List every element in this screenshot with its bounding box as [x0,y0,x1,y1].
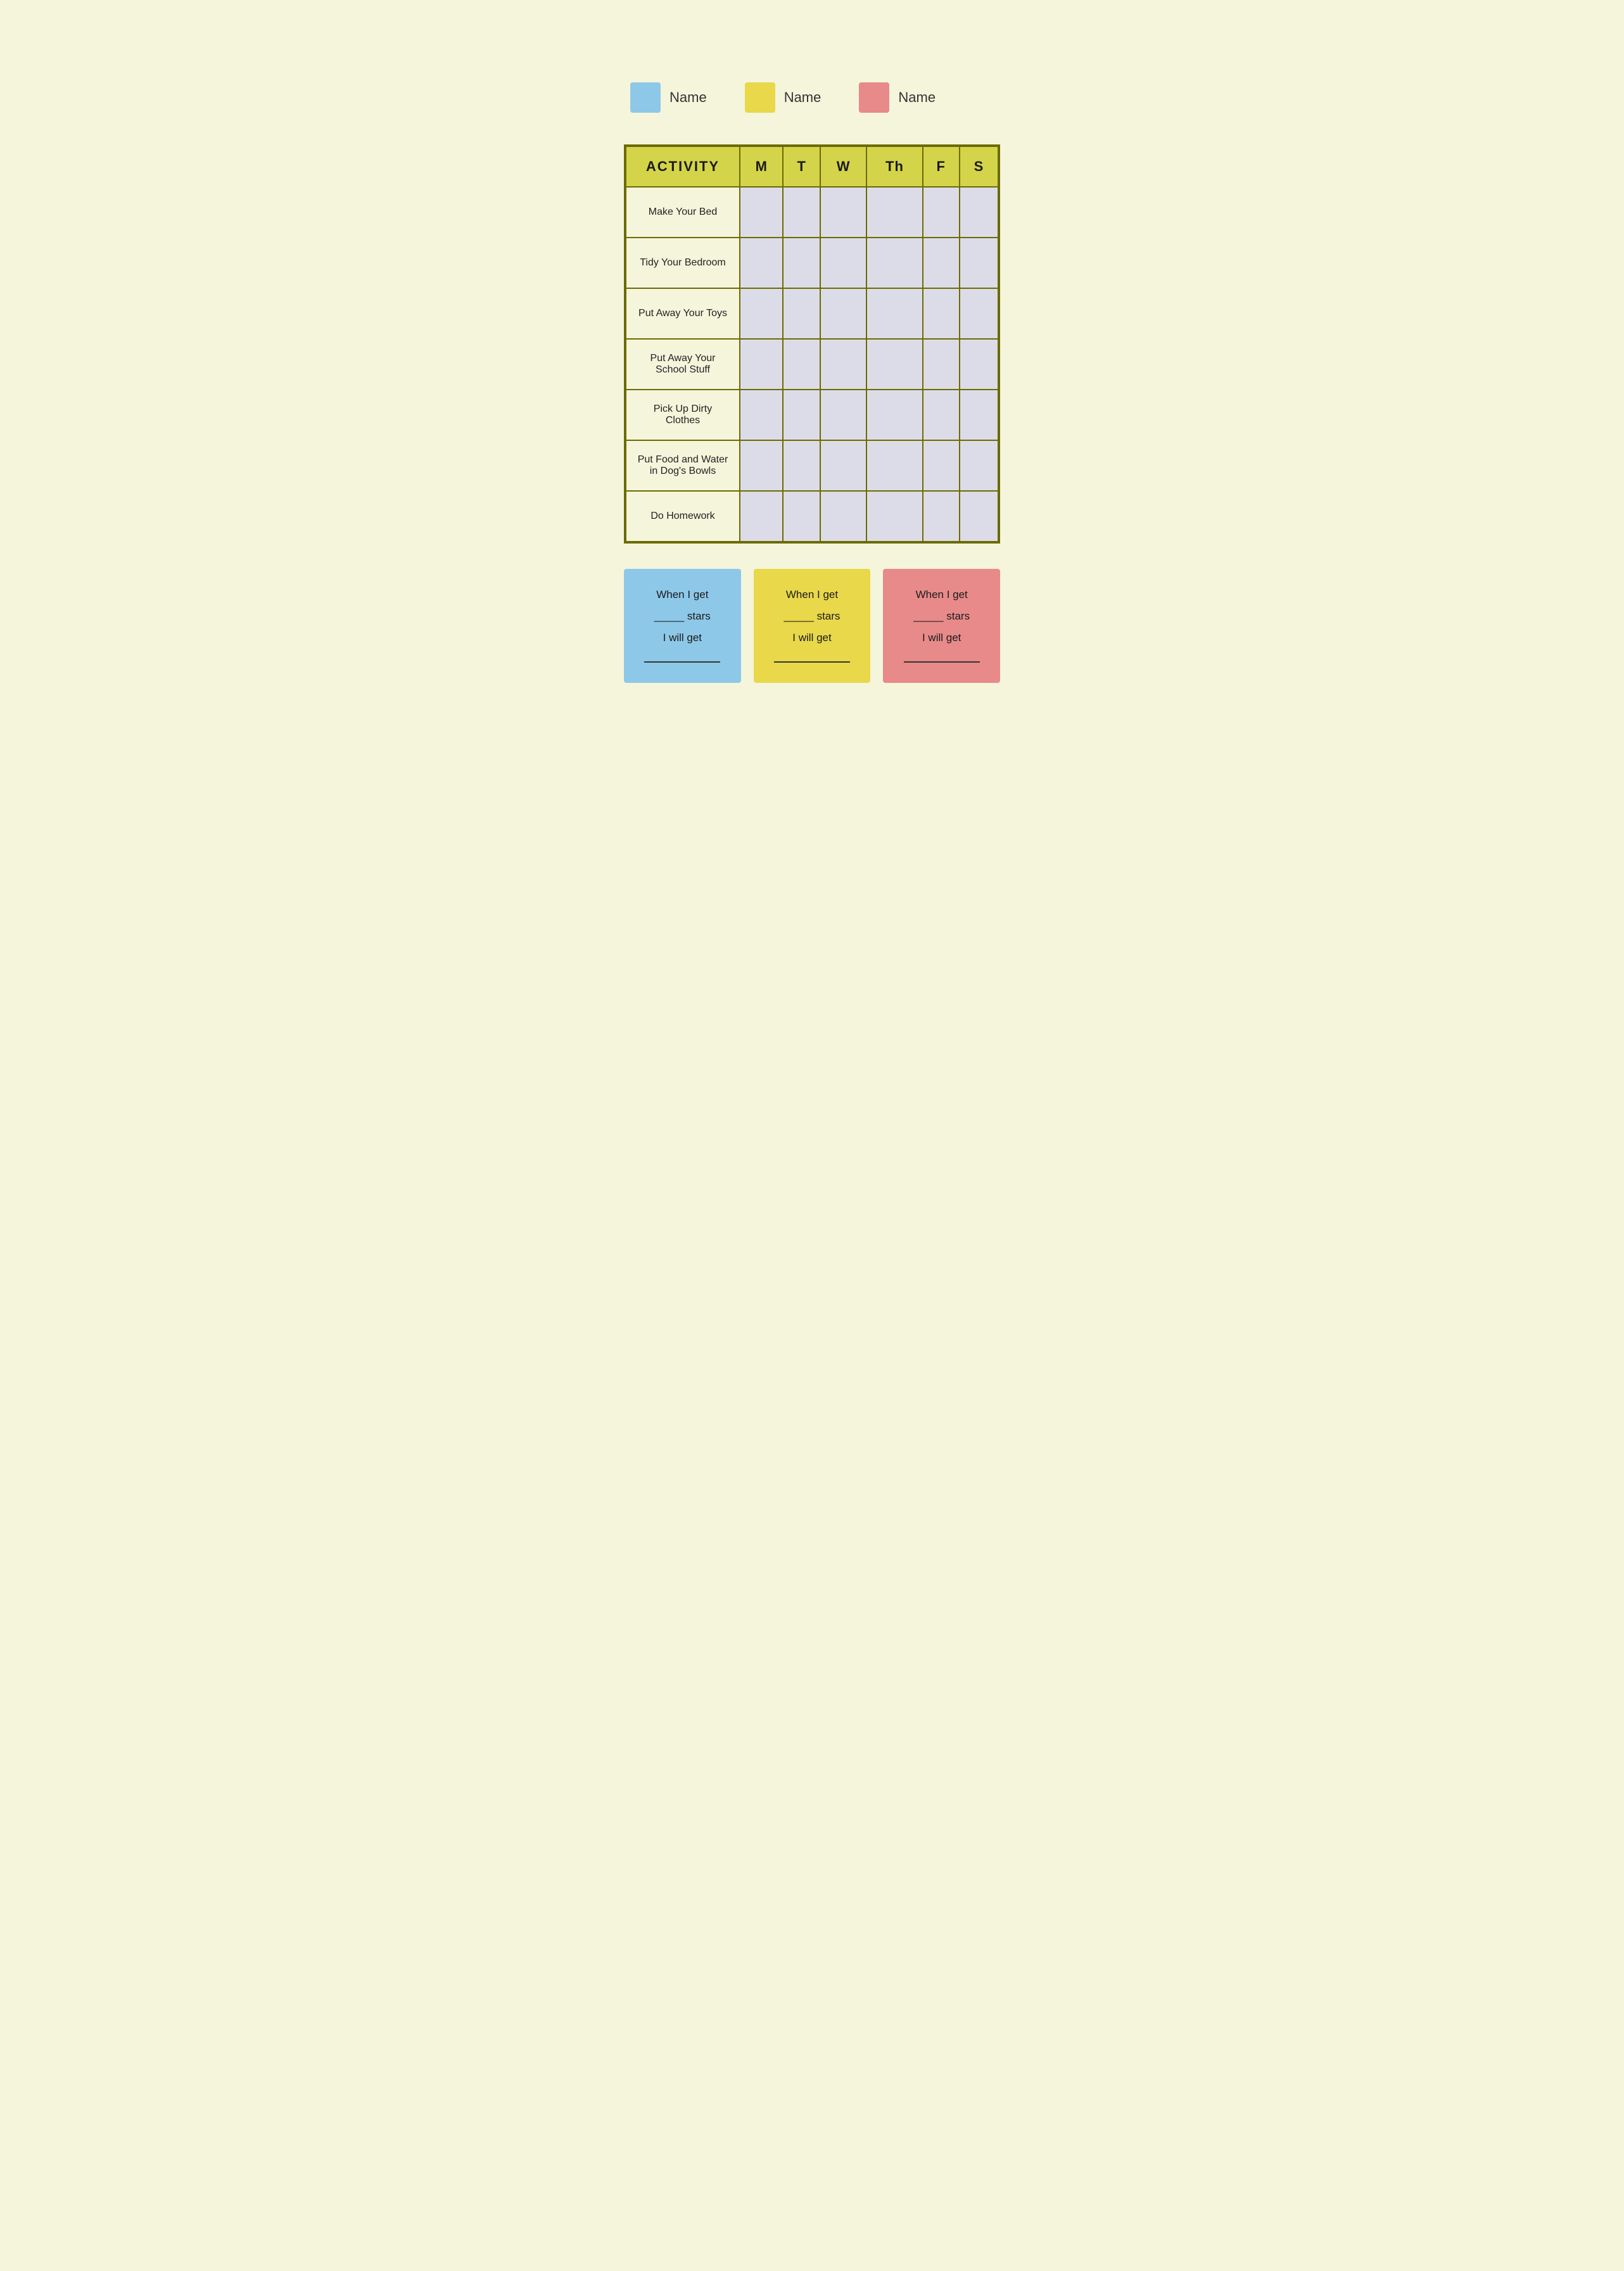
day-cell[interactable] [740,238,783,288]
day-cell[interactable] [783,390,820,440]
reward-line4-2[interactable] [904,661,980,663]
legend-item-pink: Name [859,82,936,113]
day-cell[interactable] [783,491,820,542]
legend-item-blue: Name [630,82,707,113]
day-cell[interactable] [740,390,783,440]
day-cell[interactable] [866,339,922,390]
table-row: Put Away Your Toys [626,288,998,339]
reward-line1-0: When I get [656,588,708,601]
day-cell[interactable] [960,238,998,288]
day-cell[interactable] [960,440,998,491]
day-cell[interactable] [923,440,960,491]
reward-line4-1[interactable] [774,661,850,663]
reward-line2-1: _____ stars [784,610,841,622]
col-header-f: F [923,146,960,187]
col-header-activity: ACTIVITY [626,146,740,187]
reward-card-2: When I get _____ stars I will get [883,569,1000,683]
day-cell[interactable] [820,187,866,238]
day-cell[interactable] [866,288,922,339]
legend: Name Name Name [624,82,1000,113]
day-cell[interactable] [740,339,783,390]
day-cell[interactable] [960,187,998,238]
day-cell[interactable] [820,390,866,440]
day-cell[interactable] [866,440,922,491]
day-cell[interactable] [783,288,820,339]
reward-line2-0: _____ stars [654,610,711,622]
day-cell[interactable] [783,440,820,491]
col-header-s: S [960,146,998,187]
activity-cell-6: Do Homework [626,491,740,542]
day-cell[interactable] [740,440,783,491]
legend-color-blue [630,82,661,113]
day-cell[interactable] [960,339,998,390]
day-cell[interactable] [783,187,820,238]
day-cell[interactable] [866,187,922,238]
day-cell[interactable] [820,339,866,390]
activity-table: ACTIVITY MTWThFS Make Your BedTidy Your … [625,146,999,542]
day-cell[interactable] [960,288,998,339]
day-cell[interactable] [820,491,866,542]
day-cell[interactable] [866,491,922,542]
legend-color-yellow [745,82,775,113]
reward-line3-1: I will get [792,632,831,644]
activity-table-wrapper: ACTIVITY MTWThFS Make Your BedTidy Your … [624,144,1000,544]
reward-card-1: When I get _____ stars I will get [754,569,871,683]
day-cell[interactable] [866,238,922,288]
day-cell[interactable] [820,440,866,491]
col-header-w: W [820,146,866,187]
day-cell[interactable] [740,187,783,238]
day-cell[interactable] [740,491,783,542]
table-row: Tidy Your Bedroom [626,238,998,288]
reward-section: When I get _____ stars I will get When I… [624,569,1000,683]
table-body: Make Your BedTidy Your BedroomPut Away Y… [626,187,998,542]
reward-line2-2: _____ stars [913,610,970,622]
legend-item-yellow: Name [745,82,822,113]
day-cell[interactable] [740,288,783,339]
day-cell[interactable] [923,288,960,339]
activity-cell-5: Put Food and Water in Dog's Bowls [626,440,740,491]
reward-line3-0: I will get [663,632,702,644]
day-cell[interactable] [866,390,922,440]
table-header-row: ACTIVITY MTWThFS [626,146,998,187]
day-cell[interactable] [783,339,820,390]
legend-color-pink [859,82,889,113]
activity-cell-3: Put Away Your School Stuff [626,339,740,390]
day-cell[interactable] [923,339,960,390]
day-cell[interactable] [923,390,960,440]
legend-label-blue[interactable]: Name [669,89,707,106]
table-row: Do Homework [626,491,998,542]
day-cell[interactable] [923,187,960,238]
table-row: Pick Up Dirty Clothes [626,390,998,440]
day-cell[interactable] [820,238,866,288]
reward-line1-2: When I get [916,588,968,601]
day-cell[interactable] [783,238,820,288]
reward-card-0: When I get _____ stars I will get [624,569,741,683]
legend-label-yellow[interactable]: Name [784,89,822,106]
day-cell[interactable] [923,491,960,542]
table-row: Put Food and Water in Dog's Bowls [626,440,998,491]
reward-line4-0[interactable] [644,661,720,663]
activity-cell-1: Tidy Your Bedroom [626,238,740,288]
day-cell[interactable] [960,491,998,542]
col-header-t: T [783,146,820,187]
col-header-th: Th [866,146,922,187]
legend-label-pink[interactable]: Name [898,89,936,106]
day-cell[interactable] [923,238,960,288]
page: Name Name Name ACTIVITY MTWThFS Make Your … [586,13,1038,721]
activity-cell-4: Pick Up Dirty Clothes [626,390,740,440]
reward-line3-2: I will get [922,632,961,644]
day-cell[interactable] [820,288,866,339]
activity-cell-0: Make Your Bed [626,187,740,238]
table-row: Put Away Your School Stuff [626,339,998,390]
col-header-m: M [740,146,783,187]
reward-line1-1: When I get [786,588,838,601]
table-row: Make Your Bed [626,187,998,238]
day-cell[interactable] [960,390,998,440]
activity-cell-2: Put Away Your Toys [626,288,740,339]
